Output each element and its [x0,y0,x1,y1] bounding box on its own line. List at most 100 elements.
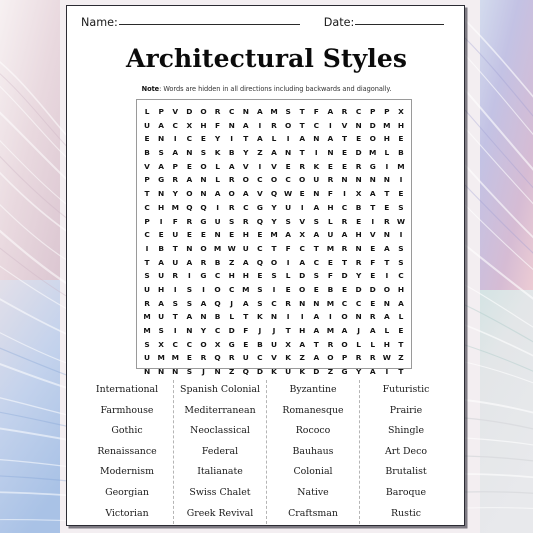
grid-cell[interactable]: W [394,215,408,229]
grid-cell[interactable]: A [196,297,210,311]
grid-cell[interactable]: X [295,228,309,242]
grid-cell[interactable]: A [337,228,351,242]
grid-cell[interactable]: H [394,119,408,133]
grid-cell[interactable]: I [380,269,394,283]
grid-cell[interactable]: M [267,105,281,119]
grid-cell[interactable]: N [309,187,323,201]
grid-cell[interactable]: A [168,146,182,160]
word-list-item[interactable]: Byzantine [289,380,336,401]
grid-cell[interactable]: Q [211,297,225,311]
grid-cell[interactable]: O [380,283,394,297]
grid-cell[interactable]: E [352,215,366,229]
grid-cell[interactable]: Y [352,365,366,379]
grid-cell[interactable]: H [295,324,309,338]
grid-cell[interactable]: A [225,160,239,174]
grid-cell[interactable]: C [309,119,323,133]
grid-cell[interactable]: B [211,310,225,324]
grid-cell[interactable]: O [211,283,225,297]
grid-cell[interactable]: A [309,310,323,324]
grid-cell[interactable]: A [309,324,323,338]
grid-cell[interactable]: E [366,269,380,283]
grid-cell[interactable]: C [281,173,295,187]
grid-cell[interactable]: F [281,242,295,256]
grid-cell[interactable]: I [281,256,295,270]
grid-cell[interactable]: A [366,365,380,379]
grid-cell[interactable]: E [154,228,168,242]
grid-cell[interactable]: U [140,351,154,365]
grid-cell[interactable]: N [281,146,295,160]
grid-cell[interactable]: E [196,228,210,242]
grid-cell[interactable]: I [211,201,225,215]
grid-cell[interactable]: B [352,201,366,215]
grid-cell[interactable]: K [267,365,281,379]
grid-cell[interactable]: R [366,351,380,365]
grid-cell[interactable]: L [380,146,394,160]
grid-cell[interactable]: T [267,242,281,256]
grid-cell[interactable]: D [352,283,366,297]
grid-cell[interactable]: M [366,146,380,160]
grid-cell[interactable]: S [182,297,196,311]
grid-cell[interactable]: S [281,105,295,119]
grid-cell[interactable]: O [323,351,337,365]
word-list-item[interactable]: International [96,380,158,401]
word-list-item[interactable]: Rustic [391,504,421,525]
grid-cell[interactable]: I [140,242,154,256]
grid-cell[interactable]: H [154,201,168,215]
word-list-item[interactable]: Romanesque [282,401,343,422]
grid-cell[interactable]: L [211,173,225,187]
grid-cell[interactable]: A [295,338,309,352]
grid-cell[interactable]: Y [168,187,182,201]
grid-cell[interactable]: G [337,365,351,379]
grid-cell[interactable]: H [323,201,337,215]
grid-cell[interactable]: M [380,119,394,133]
grid-cell[interactable]: C [182,338,196,352]
grid-cell[interactable]: Q [239,365,253,379]
grid-cell[interactable]: V [267,160,281,174]
grid-cell[interactable]: E [182,351,196,365]
grid-cell[interactable]: U [281,365,295,379]
grid-cell[interactable]: O [281,119,295,133]
grid-cell[interactable]: P [337,351,351,365]
grid-cell[interactable]: R [323,338,337,352]
grid-cell[interactable]: N [380,228,394,242]
word-list-item[interactable]: Brutalist [385,462,426,483]
grid-cell[interactable]: M [267,228,281,242]
grid-cell[interactable]: U [309,173,323,187]
grid-cell[interactable]: I [281,310,295,324]
grid-cell[interactable]: I [366,215,380,229]
grid-cell[interactable]: N [211,228,225,242]
grid-cell[interactable]: H [394,283,408,297]
grid-cell[interactable]: X [281,338,295,352]
grid-cell[interactable]: L [267,132,281,146]
grid-cell[interactable]: J [196,365,210,379]
grid-cell[interactable]: N [380,173,394,187]
grid-cell[interactable]: T [337,132,351,146]
grid-cell[interactable]: D [366,283,380,297]
grid-cell[interactable]: S [196,146,210,160]
grid-cell[interactable]: L [140,105,154,119]
grid-cell[interactable]: C [211,324,225,338]
grid-cell[interactable]: A [323,132,337,146]
grid-cell[interactable]: U [168,228,182,242]
grid-cell[interactable]: O [196,338,210,352]
grid-cell[interactable]: R [225,351,239,365]
grid-cell[interactable]: I [253,160,267,174]
grid-cell[interactable]: S [309,215,323,229]
grid-cell[interactable]: Q [196,201,210,215]
grid-cell[interactable]: I [168,283,182,297]
grid-cell[interactable]: I [281,132,295,146]
grid-cell[interactable]: E [239,338,253,352]
grid-cell[interactable]: L [366,338,380,352]
grid-cell[interactable]: S [154,324,168,338]
grid-cell[interactable]: A [394,297,408,311]
grid-cell[interactable]: O [267,173,281,187]
grid-cell[interactable]: E [380,201,394,215]
grid-cell[interactable]: R [140,297,154,311]
grid-cell[interactable]: E [394,187,408,201]
grid-cell[interactable]: R [337,215,351,229]
grid-cell[interactable]: N [323,146,337,160]
grid-cell[interactable]: E [182,160,196,174]
grid-cell[interactable]: R [225,201,239,215]
grid-cell[interactable]: O [196,105,210,119]
grid-cell[interactable]: Q [253,215,267,229]
